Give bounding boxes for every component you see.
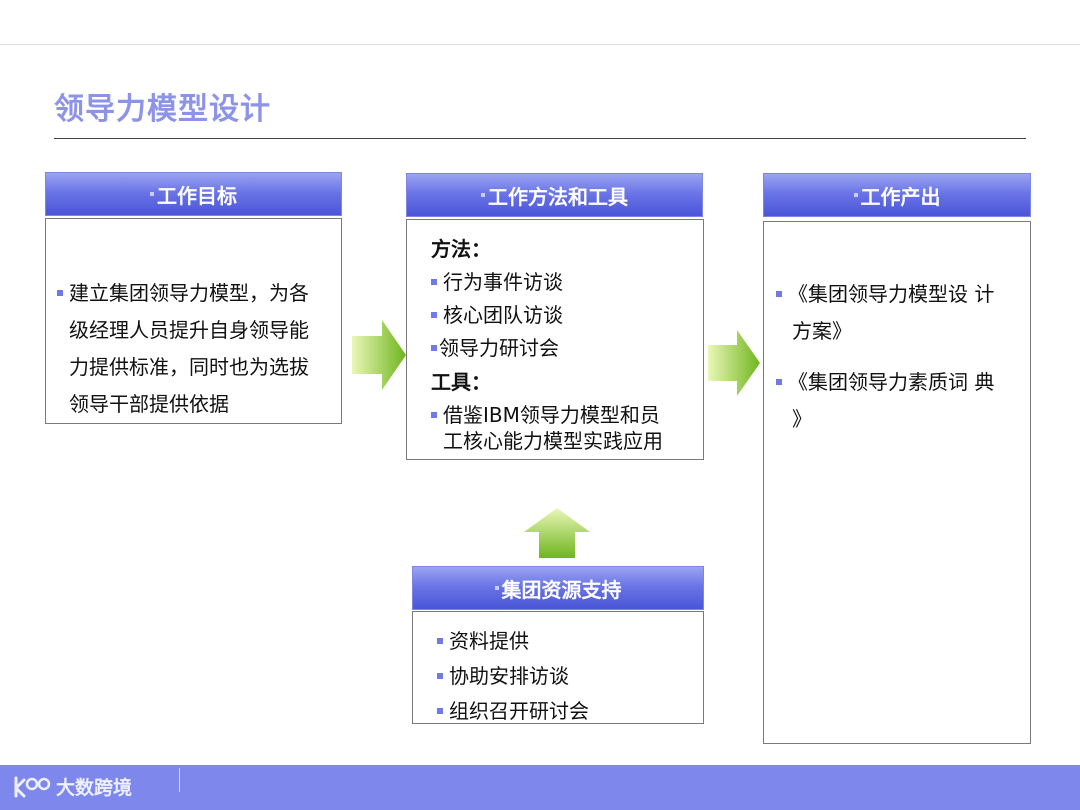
method-label: 方法： — [431, 237, 491, 261]
output-box: 《集团领导力模型设 计 方案》 《集团领导力素质词 典 》 — [763, 221, 1031, 744]
output-header: 工作产出 — [763, 173, 1031, 217]
goal-line-2: 级经理人员提升自身领导能 — [69, 318, 309, 342]
goal-header-label: 工作目标 — [157, 183, 237, 208]
tool-line-1: 借鉴IBM领导力模型和员 — [431, 402, 701, 428]
method-item-1: 行为事件访谈 — [443, 270, 563, 294]
title-underline — [54, 138, 1026, 139]
output-item-1-line-1: 《集团领导力模型设 计 — [788, 282, 995, 306]
method-item: 核心团队访谈 — [431, 299, 701, 332]
bullet-icon — [431, 344, 437, 351]
bullet-icon — [437, 637, 443, 644]
bullet-icon — [776, 378, 782, 385]
top-divider — [0, 44, 1080, 45]
footer-bar — [0, 765, 1080, 810]
methods-header: 工作方法和工具 — [406, 173, 703, 217]
methods-header-label: 工作方法和工具 — [488, 184, 628, 209]
method-item: 行为事件访谈 — [431, 266, 701, 299]
output-item-2: 《集团领导力素质词 典 — [776, 364, 1026, 401]
support-box: 资料提供 协助安排访谈 组织召开研讨会 — [412, 611, 704, 724]
output-item-2-line-2: 》 — [792, 407, 812, 431]
goal-line: 建立集团领导力模型，为各 — [57, 281, 309, 305]
logo-icon — [14, 776, 51, 797]
method-item-2: 核心团队访谈 — [443, 303, 563, 327]
header-bullet-icon — [481, 193, 485, 197]
goal-box: 建立集团领导力模型，为各 级经理人员提升自身领导能 力提供标准，同时也为选拔 领… — [45, 218, 342, 424]
footer-logo: 大数跨境 — [12, 773, 132, 800]
arrow-right-icon — [352, 320, 406, 390]
tool-label: 工具： — [431, 370, 491, 394]
bullet-icon — [437, 672, 443, 679]
support-item: 协助安排访谈 — [437, 659, 589, 694]
support-item: 组织召开研讨会 — [437, 694, 589, 729]
footer-separator — [179, 768, 180, 792]
bullet-icon — [431, 311, 437, 318]
bullet-icon — [776, 290, 782, 297]
support-item: 资料提供 — [437, 624, 589, 659]
arrow-right-icon — [708, 330, 760, 396]
logo-text: 大数跨境 — [56, 777, 133, 799]
support-content: 资料提供 协助安排访谈 组织召开研讨会 — [437, 624, 589, 729]
methods-content: 方法： 行为事件访谈 核心团队访谈 领导力研讨会 工具： 借鉴IBM领导力模型和… — [431, 232, 701, 454]
support-header: 集团资源支持 — [412, 566, 704, 610]
bullet-icon — [431, 278, 437, 285]
page-title: 领导力模型设计 — [54, 92, 271, 127]
output-item-2-line-1: 《集团领导力素质词 典 — [788, 370, 995, 394]
goal-text: 建立集团领导力模型，为各 级经理人员提升自身领导能 力提供标准，同时也为选拔 领… — [57, 275, 325, 423]
arrow-up-icon — [524, 508, 590, 558]
goal-line-4: 领导干部提供依据 — [69, 392, 229, 416]
support-header-label: 集团资源支持 — [501, 577, 622, 602]
output-content: 《集团领导力模型设 计 方案》 《集团领导力素质词 典 》 — [776, 276, 1026, 438]
goal-line-3: 力提供标准，同时也为选拔 — [69, 355, 309, 379]
header-bullet-icon — [853, 193, 858, 197]
method-item: 领导力研讨会 — [431, 332, 701, 365]
method-item-3: 领导力研讨会 — [439, 336, 559, 360]
output-item-1: 《集团领导力模型设 计 — [776, 282, 994, 306]
support-item-2: 协助安排访谈 — [449, 664, 569, 688]
header-bullet-icon — [150, 192, 154, 196]
bullet-icon — [431, 411, 437, 418]
support-item-1: 资料提供 — [449, 629, 529, 653]
goal-header: 工作目标 — [45, 172, 342, 216]
bullet-icon — [437, 707, 443, 714]
support-item-3: 组织召开研讨会 — [449, 699, 589, 723]
methods-box: 方法： 行为事件访谈 核心团队访谈 领导力研讨会 工具： 借鉴IBM领导力模型和… — [406, 219, 704, 460]
bullet-icon — [57, 289, 63, 296]
output-header-label: 工作产出 — [860, 184, 941, 209]
tool-line-2: 工核心能力模型实践应用 — [443, 429, 663, 453]
output-item-1-line-2: 方案》 — [792, 319, 852, 343]
tool-line-1-text: 借鉴IBM领导力模型和员 — [443, 403, 660, 427]
goal-line-1: 建立集团领导力模型，为各 — [69, 281, 309, 305]
header-bullet-icon — [494, 586, 499, 590]
